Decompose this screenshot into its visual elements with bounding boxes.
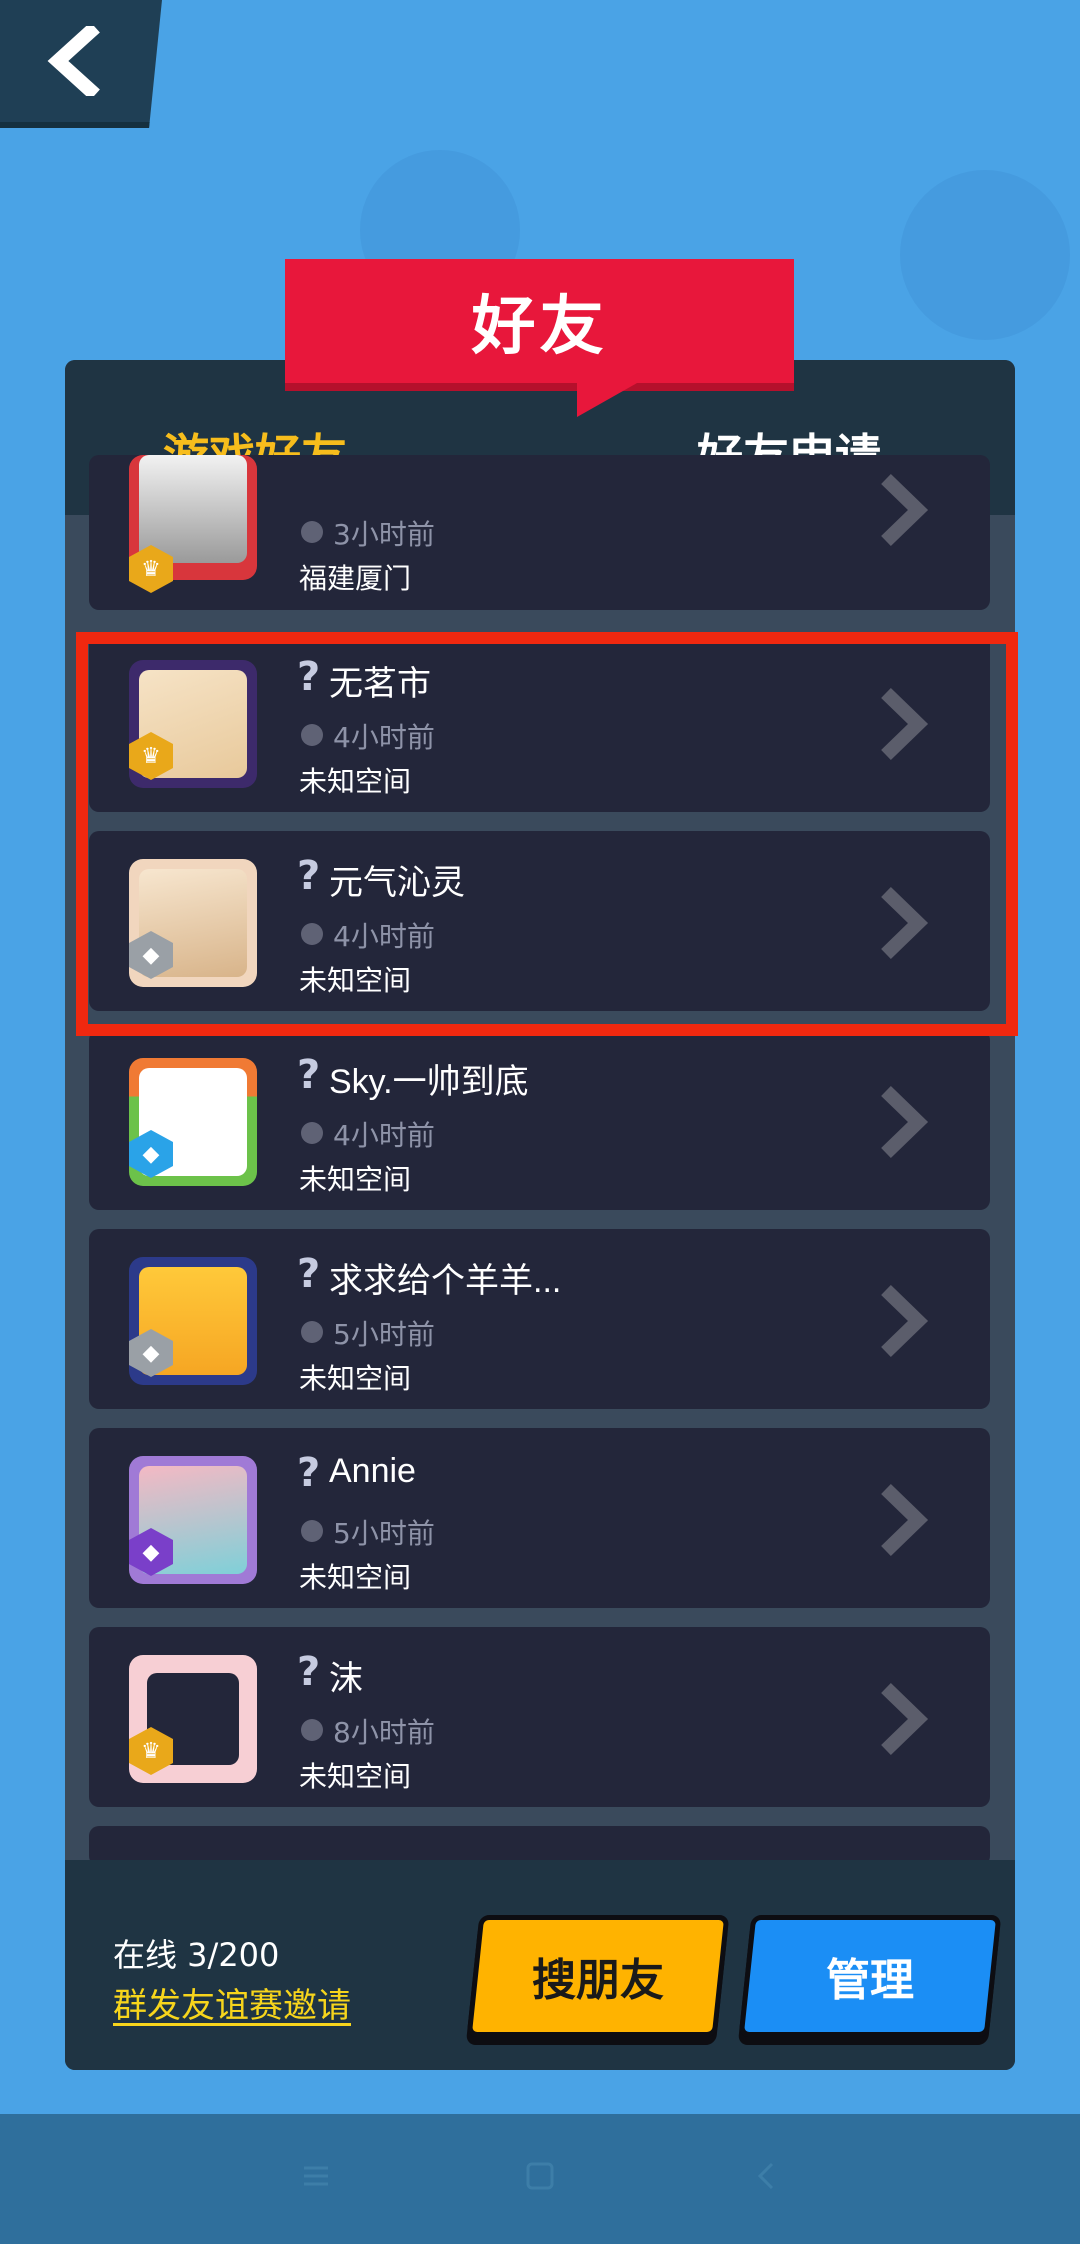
manage-label: 管理 [826,1955,914,2006]
friend-row[interactable]: ◆ ? 求求给个羊羊... 5小时前 未知空间 [89,1229,990,1409]
back-button[interactable] [0,0,162,128]
footer-bar: 在线 3/200 群发友谊赛邀请 搜朋友 管理 [65,1860,1015,2070]
friend-row[interactable]: ♛ 3小时前 福建厦门 [89,455,990,610]
location: 未知空间 [299,1760,412,1793]
status-dot [301,1321,323,1343]
chevron-right-icon [881,886,929,960]
question-icon: ? [297,853,321,899]
chevron-right-icon [881,473,929,547]
last-online-time: 4小时前 [333,1119,435,1152]
location: 未知空间 [299,1561,412,1594]
last-online-time: 4小时前 [333,920,435,953]
friend-name: 无茗市 [329,665,431,703]
search-friends-label: 搜朋友 [532,1955,664,2006]
page-title: 好友 [285,259,794,417]
back-nav-icon[interactable] [746,2156,786,2196]
friend-name: 求求给个羊羊... [329,1262,562,1300]
last-online-time: 5小时前 [333,1318,435,1351]
status-dot [301,1520,323,1542]
chevron-right-icon [881,1085,929,1159]
friend-row[interactable]: ♛ ? 沫 8小时前 未知空间 [89,1627,990,1807]
status-dot [301,1719,323,1741]
status-dot [301,923,323,945]
chevron-left-icon [47,26,100,96]
banner-tail [577,383,637,417]
last-online-time: 5小时前 [333,1517,435,1550]
location: 未知空间 [299,964,412,997]
system-nav-bar [0,2114,1080,2244]
location: 未知空间 [299,765,412,798]
last-online-time: 3小时前 [333,518,435,551]
friend-name: Annie [329,1452,416,1490]
status-dot [301,521,323,543]
question-icon: ? [297,654,321,700]
last-online-time: 8小时前 [333,1716,435,1749]
background-decoration [900,170,1070,340]
friend-name: 沫 [329,1660,363,1698]
manage-button[interactable]: 管理 [738,1915,1002,2037]
last-online-time: 4小时前 [333,721,435,754]
group-invite-link[interactable]: 群发友谊赛邀请 [113,1978,351,2027]
location: 未知空间 [299,1163,412,1196]
chevron-right-icon [881,1483,929,1557]
chevron-right-icon [881,1682,929,1756]
friend-list[interactable]: ♛ 3小时前 福建厦门 ♛ ? 无茗市 4小时前 未知空间 ◆ ? 元气沁灵 4… [65,455,1015,2070]
friend-row[interactable]: ♛ ? 无茗市 4小时前 未知空间 [89,632,990,812]
friend-row[interactable]: ◆ ? Sky.一帅到底 4小时前 未知空间 [89,1030,990,1210]
menu-icon[interactable] [296,2156,336,2196]
location: 未知空间 [299,1362,412,1395]
status-dot [301,1122,323,1144]
friend-name: Sky.一帅到底 [329,1063,529,1101]
chevron-right-icon [881,1284,929,1358]
chevron-right-icon [881,687,929,761]
home-icon[interactable] [520,2156,560,2196]
question-icon: ? [297,1649,321,1695]
friends-panel: 游戏好友 好友申请 ♛ 3小时前 福建厦门 ♛ ? 无茗市 4小 [65,360,1015,2070]
friend-row[interactable]: ◆ ? 元气沁灵 4小时前 未知空间 [89,831,990,1011]
location: 福建厦门 [299,562,412,595]
online-count: 在线 3/200 [113,1936,280,1974]
question-icon: ? [297,1052,321,1098]
search-friends-button[interactable]: 搜朋友 [466,1915,730,2037]
question-icon: ? [297,1251,321,1297]
page-title-text: 好友 [471,290,608,364]
status-dot [301,724,323,746]
friend-row[interactable]: ◆ ? Annie 5小时前 未知空间 [89,1428,990,1608]
friend-name: 元气沁灵 [329,864,465,902]
question-icon: ? [297,1450,321,1496]
